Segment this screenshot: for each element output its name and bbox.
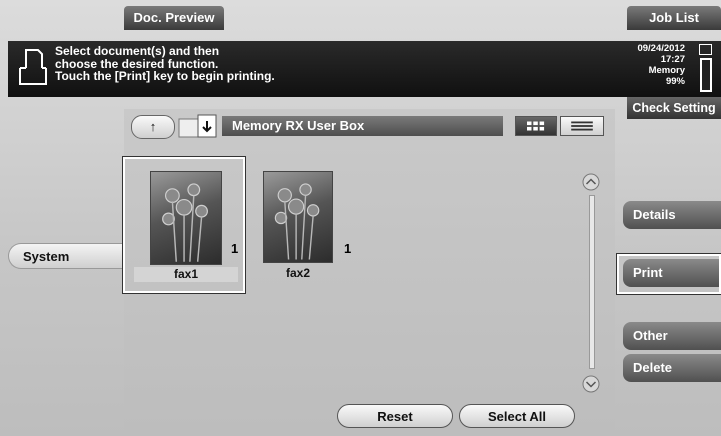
document-icon xyxy=(19,49,47,85)
job-list-tab[interactable]: Job List xyxy=(627,6,721,30)
scroll-up-icon[interactable] xyxy=(582,173,600,191)
list-view-icon xyxy=(571,121,593,131)
other-button[interactable]: Other xyxy=(623,322,721,350)
time: 17:27 xyxy=(660,54,685,65)
instruction-text: Select document(s) and then choose the d… xyxy=(55,45,275,83)
box-icon xyxy=(178,114,217,138)
document-name: fax2 xyxy=(285,266,311,280)
thumbnail-view-icon xyxy=(527,121,545,131)
delete-button[interactable]: Delete xyxy=(623,354,721,382)
up-folder-button[interactable]: ↑ xyxy=(131,115,175,139)
details-button[interactable]: Details xyxy=(623,201,721,229)
page-count: 1 xyxy=(344,241,352,256)
memory-gauge xyxy=(700,58,712,92)
reset-button[interactable]: Reset xyxy=(337,404,453,428)
memory-icon xyxy=(699,44,712,55)
memory-value: 99% xyxy=(665,76,685,87)
scroll-down-icon[interactable] xyxy=(582,375,600,393)
document-item-fax1[interactable]: 1 fax1 xyxy=(122,156,246,294)
date: 09/24/2012 xyxy=(637,43,685,54)
thumbnail-view-button[interactable] xyxy=(515,116,557,136)
doc-preview-tab[interactable]: Doc. Preview xyxy=(124,6,224,30)
document-thumbnail xyxy=(150,171,222,265)
list-view-button[interactable] xyxy=(560,116,604,136)
print-selection-frame xyxy=(616,253,721,295)
status-info: 09/24/2012 17:27 Memory 99% xyxy=(637,43,685,87)
box-title: Memory RX User Box xyxy=(222,116,503,136)
check-setting-button[interactable]: Check Setting xyxy=(627,97,721,119)
scrollbar[interactable] xyxy=(589,195,595,369)
system-tab[interactable]: System xyxy=(8,243,126,269)
document-thumbnail xyxy=(263,171,333,263)
instruction-line-1: Select document(s) and then xyxy=(55,44,220,58)
document-name: fax1 xyxy=(134,267,238,282)
document-item-fax2[interactable]: 1 fax2 xyxy=(238,157,360,293)
instruction-line-3: Touch the [Print] key to begin printing. xyxy=(55,69,275,83)
memory-label: Memory xyxy=(648,65,685,76)
select-all-button[interactable]: Select All xyxy=(459,404,575,428)
